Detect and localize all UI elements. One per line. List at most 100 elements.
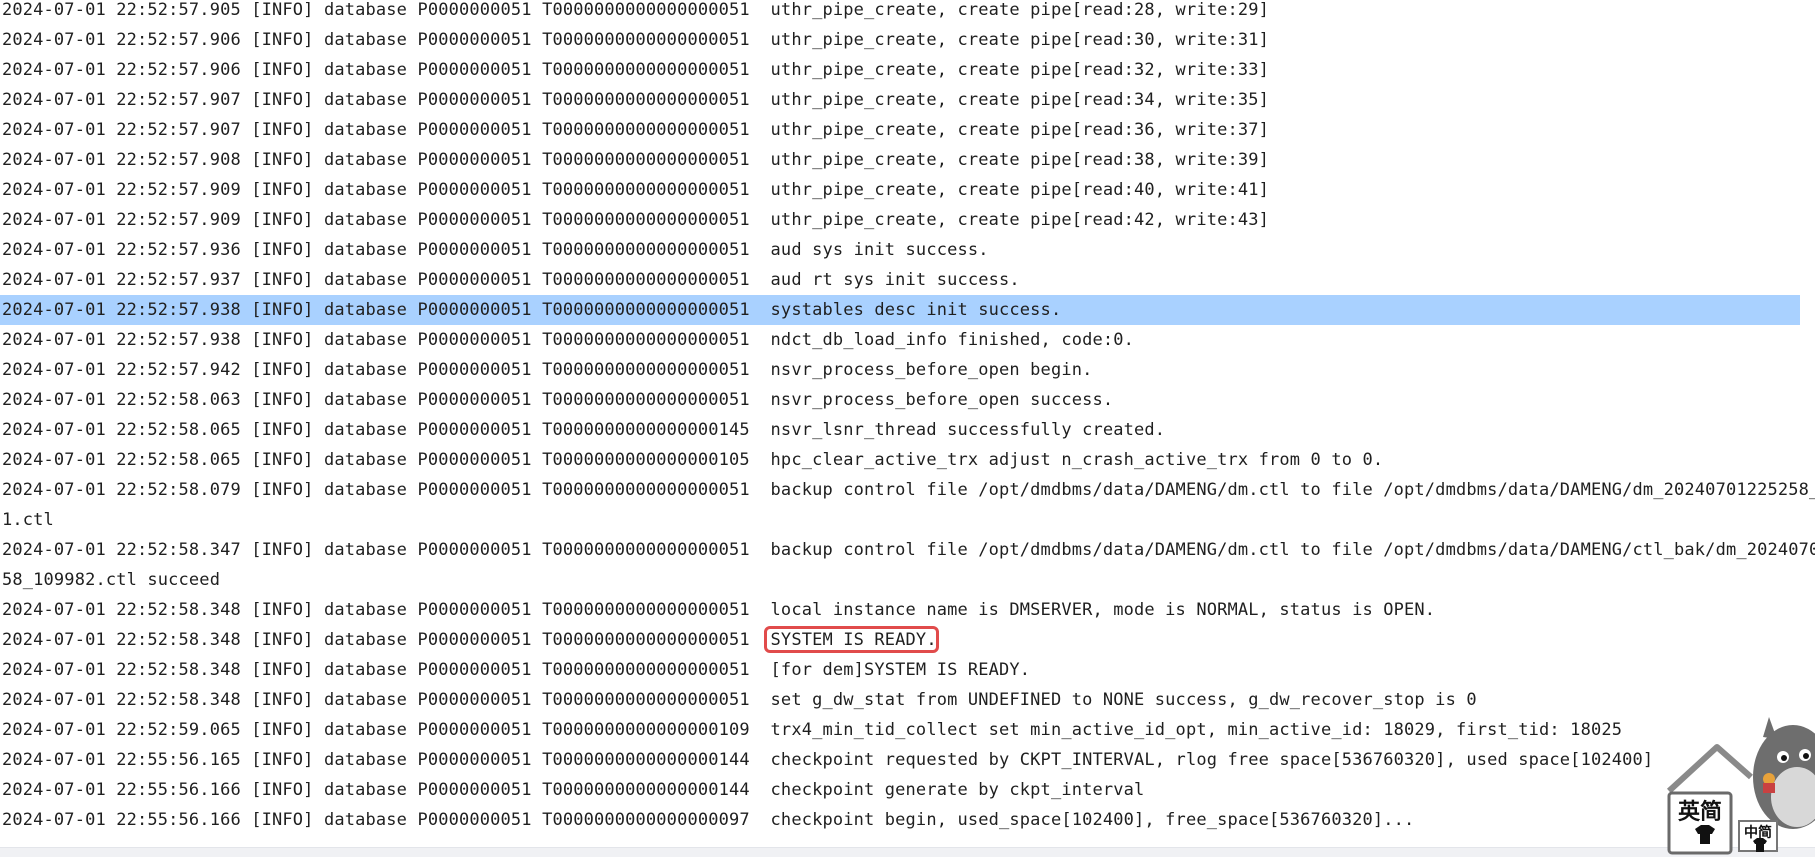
log-message: uthr_pipe_create, create pipe[read:40, w… bbox=[770, 180, 1270, 200]
log-source: database bbox=[323, 450, 408, 470]
log-timestamp: 2024-07-01 22:52:58.348 bbox=[2, 660, 241, 680]
log-line[interactable]: 2024-07-01 22:52:57.942 [INFO] database … bbox=[0, 355, 1800, 385]
log-level: [INFO] bbox=[251, 180, 314, 200]
log-message: uthr_pipe_create, create pipe[read:36, w… bbox=[770, 120, 1270, 140]
log-source: database bbox=[323, 690, 408, 710]
log-source: database bbox=[323, 330, 408, 350]
log-timestamp: 2024-07-01 22:52:58.348 bbox=[2, 600, 241, 620]
log-process-id: P0000000051 bbox=[417, 270, 532, 290]
log-line[interactable]: 2024-07-01 22:52:58.348 [INFO] database … bbox=[0, 595, 1800, 625]
log-source: database bbox=[323, 300, 408, 320]
log-line[interactable]: 2024-07-01 22:52:57.906 [INFO] database … bbox=[0, 25, 1800, 55]
log-level: [INFO] bbox=[251, 420, 314, 440]
log-level: [INFO] bbox=[251, 300, 314, 320]
log-message: aud rt sys init success. bbox=[770, 270, 1020, 290]
log-line[interactable]: 2024-07-01 22:52:57.909 [INFO] database … bbox=[0, 205, 1800, 235]
log-thread-id: T0000000000000000051 bbox=[542, 480, 750, 500]
log-timestamp: 2024-07-01 22:52:57.908 bbox=[2, 150, 241, 170]
log-line-continuation[interactable]: 58_109982.ctl succeed bbox=[0, 565, 1800, 595]
log-line[interactable]: 2024-07-01 22:52:58.063 [INFO] database … bbox=[0, 385, 1800, 415]
log-message: checkpoint begin, used_space[102400], fr… bbox=[770, 810, 1415, 830]
log-source: database bbox=[323, 150, 408, 170]
log-level: [INFO] bbox=[251, 210, 314, 230]
log-level: [INFO] bbox=[251, 690, 314, 710]
log-line[interactable]: 2024-07-01 22:52:57.907 [INFO] database … bbox=[0, 85, 1800, 115]
log-line[interactable]: 2024-07-01 22:52:58.065 [INFO] database … bbox=[0, 415, 1800, 445]
ime-mode-label[interactable]: 英简 bbox=[1678, 799, 1722, 825]
log-thread-id: T0000000000000000109 bbox=[542, 720, 750, 740]
log-message: backup control file /opt/dmdbms/data/DAM… bbox=[770, 540, 1815, 560]
log-message: nsvr_process_before_open begin. bbox=[770, 360, 1093, 380]
log-source: database bbox=[323, 30, 408, 50]
log-thread-id: T0000000000000000051 bbox=[542, 60, 750, 80]
log-timestamp: 2024-07-01 22:55:56.166 bbox=[2, 780, 241, 800]
log-source: database bbox=[323, 90, 408, 110]
log-thread-id: T0000000000000000051 bbox=[542, 0, 750, 20]
log-timestamp: 2024-07-01 22:55:56.165 bbox=[2, 750, 241, 770]
log-level: [INFO] bbox=[251, 600, 314, 620]
log-line[interactable]: 2024-07-01 22:55:56.165 [INFO] database … bbox=[0, 745, 1800, 775]
log-line[interactable]: 2024-07-01 22:52:58.348 [INFO] database … bbox=[0, 655, 1800, 685]
log-viewer[interactable]: 2024-07-01 22:52:57.905 [INFO] database … bbox=[0, 0, 1815, 835]
log-source: database bbox=[323, 540, 408, 560]
log-line-continuation[interactable]: 1.ctl bbox=[0, 505, 1800, 535]
log-process-id: P0000000051 bbox=[417, 720, 532, 740]
log-level: [INFO] bbox=[251, 0, 314, 20]
log-line[interactable]: 2024-07-01 22:52:59.065 [INFO] database … bbox=[0, 715, 1800, 745]
log-line[interactable]: 2024-07-01 22:52:58.348 [INFO] database … bbox=[0, 685, 1800, 715]
log-thread-id: T0000000000000000097 bbox=[542, 810, 750, 830]
log-message: set g_dw_stat from UNDEFINED to NONE suc… bbox=[770, 690, 1477, 710]
log-line[interactable]: 2024-07-01 22:52:58.065 [INFO] database … bbox=[0, 445, 1800, 475]
log-thread-id: T0000000000000000051 bbox=[542, 390, 750, 410]
log-line[interactable]: 2024-07-01 22:52:58.348 [INFO] database … bbox=[0, 625, 1800, 655]
log-line[interactable]: 2024-07-01 22:52:57.938 [INFO] database … bbox=[0, 325, 1800, 355]
log-thread-id: T0000000000000000145 bbox=[542, 420, 750, 440]
log-process-id: P0000000051 bbox=[417, 630, 532, 650]
log-process-id: P0000000051 bbox=[417, 780, 532, 800]
log-level: [INFO] bbox=[251, 780, 314, 800]
log-level: [INFO] bbox=[251, 360, 314, 380]
log-line[interactable]: 2024-07-01 22:52:57.938 [INFO] database … bbox=[0, 295, 1800, 325]
log-message: uthr_pipe_create, create pipe[read:34, w… bbox=[770, 90, 1270, 110]
log-message: uthr_pipe_create, create pipe[read:42, w… bbox=[770, 210, 1270, 230]
log-line[interactable]: 2024-07-01 22:52:57.905 [INFO] database … bbox=[0, 0, 1800, 25]
log-line[interactable]: 2024-07-01 22:52:57.909 [INFO] database … bbox=[0, 175, 1800, 205]
log-message: checkpoint requested by CKPT_INTERVAL, r… bbox=[770, 750, 1654, 770]
log-thread-id: T0000000000000000051 bbox=[542, 30, 750, 50]
log-timestamp: 2024-07-01 22:52:57.942 bbox=[2, 360, 241, 380]
log-timestamp: 2024-07-01 22:52:58.079 bbox=[2, 480, 241, 500]
log-line[interactable]: 2024-07-01 22:52:57.907 [INFO] database … bbox=[0, 115, 1800, 145]
log-source: database bbox=[323, 0, 408, 20]
log-thread-id: T0000000000000000051 bbox=[542, 90, 750, 110]
log-message: ndct_db_load_info finished, code:0. bbox=[770, 330, 1135, 350]
log-line[interactable]: 2024-07-01 22:52:57.906 [INFO] database … bbox=[0, 55, 1800, 85]
log-line[interactable]: 2024-07-01 22:52:57.908 [INFO] database … bbox=[0, 145, 1800, 175]
log-level: [INFO] bbox=[251, 330, 314, 350]
log-line[interactable]: 2024-07-01 22:52:57.937 [INFO] database … bbox=[0, 265, 1800, 295]
log-line[interactable]: 2024-07-01 22:52:58.347 [INFO] database … bbox=[0, 535, 1815, 565]
log-message: trx4_min_tid_collect set min_active_id_o… bbox=[770, 720, 1623, 740]
log-thread-id: T0000000000000000051 bbox=[542, 210, 750, 230]
log-line[interactable]: 2024-07-01 22:52:57.936 [INFO] database … bbox=[0, 235, 1800, 265]
log-process-id: P0000000051 bbox=[417, 90, 532, 110]
log-source: database bbox=[323, 630, 408, 650]
log-level: [INFO] bbox=[251, 390, 314, 410]
log-thread-id: T0000000000000000144 bbox=[542, 750, 750, 770]
log-timestamp: 2024-07-01 22:52:58.065 bbox=[2, 420, 241, 440]
ime-toolbar[interactable]: 英简 中简 bbox=[1655, 717, 1815, 857]
log-line[interactable]: 2024-07-01 22:52:58.079 [INFO] database … bbox=[0, 475, 1815, 505]
log-source: database bbox=[323, 720, 408, 740]
log-thread-id: T0000000000000000051 bbox=[542, 660, 750, 680]
log-line[interactable]: 2024-07-01 22:55:56.166 [INFO] database … bbox=[0, 805, 1800, 835]
log-source: database bbox=[323, 390, 408, 410]
log-process-id: P0000000051 bbox=[417, 690, 532, 710]
log-process-id: P0000000051 bbox=[417, 180, 532, 200]
ime-mascot-icon: 英简 中简 bbox=[1666, 717, 1815, 855]
log-thread-id: T0000000000000000051 bbox=[542, 630, 750, 650]
log-message: local instance name is DMSERVER, mode is… bbox=[770, 600, 1436, 620]
log-process-id: P0000000051 bbox=[417, 420, 532, 440]
log-timestamp: 2024-07-01 22:52:57.938 bbox=[2, 300, 241, 320]
log-line[interactable]: 2024-07-01 22:55:56.166 [INFO] database … bbox=[0, 775, 1800, 805]
log-thread-id: T0000000000000000144 bbox=[542, 780, 750, 800]
log-message: aud sys init success. bbox=[770, 240, 989, 260]
